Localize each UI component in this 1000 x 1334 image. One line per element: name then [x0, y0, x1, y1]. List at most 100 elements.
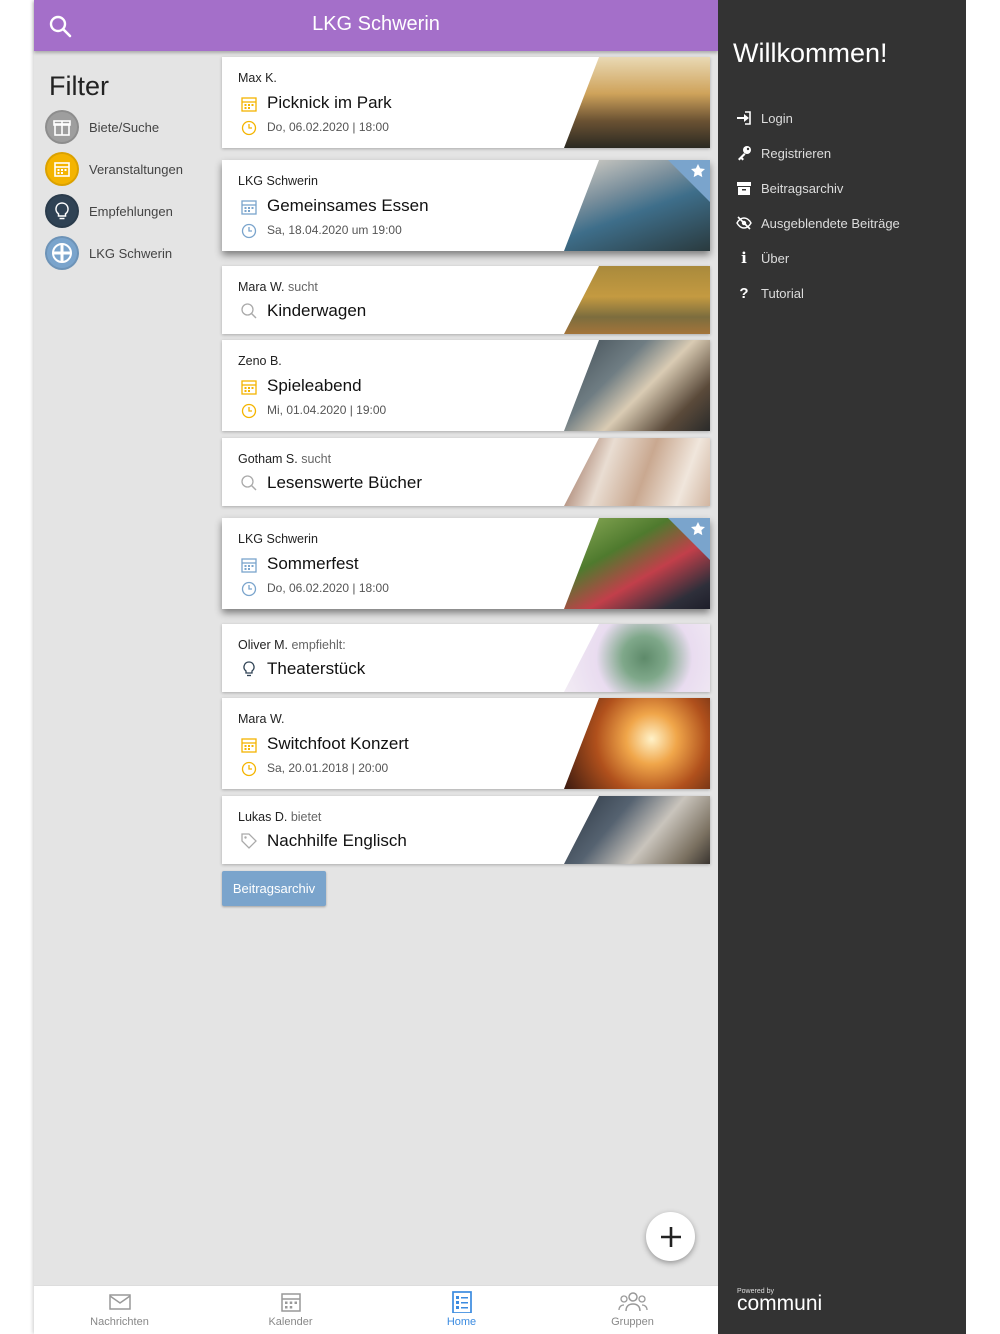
- post-image: [564, 438, 710, 506]
- page-title: LKG Schwerin: [312, 13, 440, 35]
- post-image: [564, 57, 710, 148]
- star-icon: [691, 164, 705, 178]
- post-card-switchfoot-konzert[interactable]: Mara W. Switchfoot Konzert Sa, 20.01.201…: [222, 698, 710, 789]
- post-author: LKG Schwerin: [238, 532, 318, 546]
- filter-item-lkg-schwerin[interactable]: LKG Schwerin: [45, 235, 172, 271]
- post-author: LKG Schwerin: [238, 174, 318, 188]
- post-title: Lesenswerte Bücher: [267, 473, 422, 492]
- post-title: Gemeinsames Essen: [267, 196, 429, 215]
- star-icon: [691, 522, 705, 536]
- menu-item-registrieren[interactable]: Registrieren: [736, 143, 831, 163]
- filter-item-biete-suche[interactable]: Biete/Suche: [45, 109, 159, 145]
- filter-item-empfehlungen[interactable]: Empfehlungen: [45, 193, 173, 229]
- archive-button[interactable]: Beitragsarchiv: [222, 871, 326, 906]
- post-author: Mara W.: [238, 712, 285, 726]
- clock-icon: [241, 761, 257, 777]
- menu-item-ausgeblendete-beitraege[interactable]: Ausgeblendete Beiträge: [736, 213, 900, 233]
- people-icon: [617, 1292, 648, 1312]
- post-author: Gotham S. sucht: [238, 452, 332, 466]
- gift-icon: [45, 110, 79, 144]
- filter-label: LKG Schwerin: [89, 245, 173, 261]
- clock-icon: [241, 223, 257, 239]
- tab-label: Home: [446, 1316, 477, 1328]
- menu-item-login[interactable]: Login: [736, 108, 793, 128]
- tab-label: Kalender: [268, 1316, 313, 1328]
- post-card-picknick[interactable]: Max K. Picknick im Park Do, 06.02.2020 |…: [222, 57, 710, 148]
- eye-slash-icon: [736, 215, 752, 231]
- tab-nachrichten[interactable]: Nachrichten: [34, 1286, 205, 1334]
- brand-name: communi: [737, 1292, 823, 1315]
- menu-item-beitragsarchiv[interactable]: Beitragsarchiv: [736, 178, 843, 198]
- plus-icon: [660, 1226, 681, 1247]
- menu-label: Registrieren: [761, 145, 832, 161]
- post-card-kinderwagen[interactable]: Mara W. sucht Kinderwagen: [222, 266, 710, 334]
- welcome-title: Willkommen!: [733, 38, 888, 68]
- search-icon: [241, 475, 257, 491]
- login-icon: [736, 110, 752, 126]
- add-post-button[interactable]: [646, 1212, 695, 1261]
- post-title: Picknick im Park: [267, 93, 392, 112]
- archive-icon: [736, 180, 752, 196]
- tab-label: Gruppen: [611, 1316, 654, 1328]
- question-icon: ?: [739, 284, 749, 302]
- calendar-icon: [241, 380, 257, 395]
- post-title: Nachhilfe Englisch: [267, 831, 407, 850]
- post-card-lesenswerte-buecher[interactable]: Gotham S. sucht Lesenswerte Bücher: [222, 438, 710, 506]
- info-icon: i: [741, 249, 747, 267]
- tag-icon: [241, 833, 257, 849]
- tab-label: Nachrichten: [90, 1316, 149, 1328]
- post-author: Oliver M. empfiehlt:: [238, 638, 346, 652]
- clock-icon: [241, 581, 257, 597]
- post-card-theaterstueck[interactable]: Oliver M. empfiehlt: Theaterstück: [222, 624, 710, 692]
- menu-label: Beitragsarchiv: [761, 180, 844, 196]
- key-icon: [736, 145, 752, 161]
- post-author: Max K.: [238, 71, 277, 85]
- clock-icon: [241, 403, 257, 419]
- filter-item-veranstaltungen[interactable]: Veranstaltungen: [45, 151, 183, 187]
- post-title: Spieleabend: [267, 376, 362, 395]
- top-bar: LKG Schwerin: [34, 0, 718, 51]
- tab-kalender[interactable]: Kalender: [205, 1286, 376, 1334]
- post-author: Mara W. sucht: [238, 280, 318, 294]
- post-date: Do, 06.02.2020 | 18:00: [267, 120, 389, 134]
- post-author: Lukas D. bietet: [238, 810, 322, 824]
- menu-label: Login: [761, 110, 793, 126]
- post-card-nachhilfe-englisch[interactable]: Lukas D. bietet Nachhilfe Englisch: [222, 796, 710, 864]
- lightbulb-icon: [45, 194, 79, 228]
- calendar-icon: [45, 152, 79, 186]
- powered-by-logo: Powered by communi: [737, 1288, 823, 1315]
- filter-label: Biete/Suche: [89, 119, 160, 135]
- post-date: Mi, 01.04.2020 | 19:00: [267, 403, 387, 417]
- filter-label: Empfehlungen: [89, 203, 173, 219]
- menu-item-ueber[interactable]: i Über: [736, 248, 789, 268]
- post-title: Sommerfest: [267, 554, 359, 573]
- filter-label: Veranstaltungen: [89, 161, 183, 177]
- post-image: [564, 340, 710, 431]
- menu-label: Ausgeblendete Beiträge: [761, 215, 900, 231]
- post-card-spieleabend[interactable]: Zeno B. Spieleabend Mi, 01.04.2020 | 19:…: [222, 340, 710, 431]
- tab-home[interactable]: Home: [376, 1286, 547, 1334]
- tab-gruppen[interactable]: Gruppen: [547, 1286, 718, 1334]
- filter-heading: Filter: [49, 71, 109, 101]
- post-date: Sa, 20.01.2018 | 20:00: [267, 761, 389, 775]
- post-card-sommerfest[interactable]: LKG Schwerin Sommerfest Do, 06.02.2020 |…: [222, 518, 710, 609]
- post-author: Zeno B.: [238, 354, 282, 368]
- mail-icon: [108, 1294, 131, 1310]
- menu-label: Tutorial: [761, 285, 804, 301]
- post-image: [564, 624, 710, 692]
- calendar-icon: [241, 200, 257, 215]
- bottom-tab-bar: Nachrichten Kalender Home Gruppen: [34, 1285, 718, 1334]
- post-title: Switchfoot Konzert: [267, 734, 409, 753]
- post-date: Do, 06.02.2020 | 18:00: [267, 581, 389, 595]
- main-app: LKG Schwerin Filter Biete/Suche Veransta…: [34, 0, 718, 1334]
- search-icon: [241, 303, 257, 319]
- post-image: [564, 796, 710, 864]
- menu-item-tutorial[interactable]: ? Tutorial: [736, 283, 804, 303]
- post-card-gemeinsames-essen[interactable]: LKG Schwerin Gemeinsames Essen Sa, 18.04…: [222, 160, 710, 251]
- post-image: [564, 698, 710, 789]
- post-image: [564, 266, 710, 334]
- calendar-icon: [280, 1293, 301, 1312]
- list-icon: [451, 1291, 472, 1313]
- menu-label: Über: [761, 250, 790, 266]
- group-cross-icon: [45, 236, 79, 270]
